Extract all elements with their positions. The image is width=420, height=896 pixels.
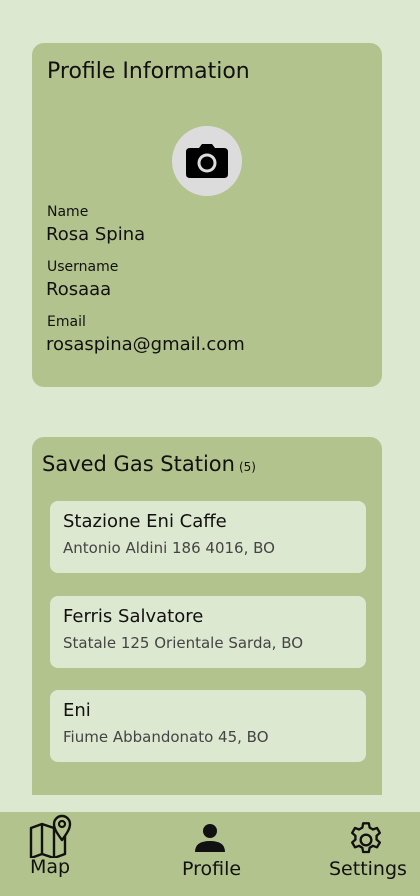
person-icon [195, 824, 225, 852]
nav-profile[interactable]: Profile [160, 812, 260, 896]
station-address: Fiume Abbandonato 45, BO [63, 728, 269, 746]
saved-stations-title: Saved Gas Station (5) [42, 452, 256, 476]
nav-settings[interactable]: Settings [310, 812, 420, 896]
username-label: Username [47, 259, 119, 275]
profile-title: Profile Information [47, 59, 250, 84]
saved-stations-count: (5) [238, 460, 256, 474]
profile-card: Profile Information Name Rosa Spina User… [32, 43, 382, 387]
camera-icon [186, 144, 228, 178]
nav-map[interactable]: Map [0, 812, 110, 896]
nav-settings-label: Settings [329, 858, 407, 880]
email-label: Email [47, 314, 86, 330]
email-value: rosaspina@gmail.com [46, 334, 245, 355]
station-address: Antonio Aldini 186 4016, BO [63, 539, 275, 557]
station-item[interactable]: Stazione Eni Caffe Antonio Aldini 186 40… [50, 501, 366, 573]
nav-divider [0, 795, 420, 812]
saved-stations-card: Saved Gas Station (5) Stazione Eni Caffe … [32, 437, 382, 837]
station-address: Statale 125 Orientale Sarda, BO [63, 634, 304, 652]
station-name: Eni [63, 700, 91, 721]
station-item[interactable]: Ferris Salvatore Statale 125 Orientale S… [50, 596, 366, 668]
bottom-nav: Map Profile Settings [0, 812, 420, 896]
station-name: Stazione Eni Caffe [63, 511, 227, 532]
map-pin-icon [29, 814, 72, 858]
name-value: Rosa Spina [46, 224, 146, 245]
station-item[interactable]: Eni Fiume Abbandonato 45, BO [50, 690, 366, 762]
nav-map-label: Map [30, 856, 71, 878]
username-value: Rosaaa [46, 279, 112, 300]
avatar-upload-button[interactable] [172, 126, 242, 196]
saved-stations-heading: Saved Gas Station [42, 452, 235, 476]
name-label: Name [47, 204, 89, 220]
station-name: Ferris Salvatore [63, 606, 204, 627]
gear-icon [351, 822, 381, 854]
nav-profile-label: Profile [182, 858, 242, 880]
